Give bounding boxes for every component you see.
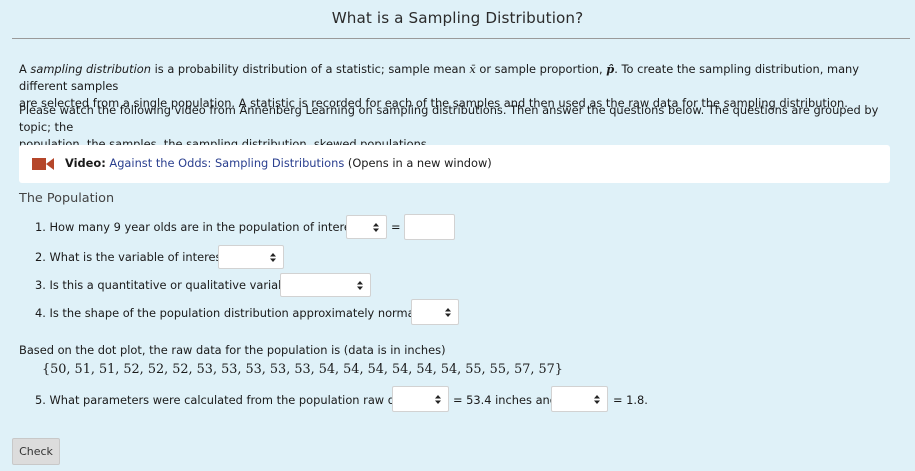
intro-text: is a probability distribution of a stati…	[150, 62, 470, 76]
chevron-updown-icon	[435, 395, 441, 404]
section-heading: The Population	[19, 191, 115, 206]
page-title: What is a Sampling Distribution?	[331, 9, 584, 27]
video-label: Video:	[65, 156, 106, 170]
chevron-updown-icon	[594, 395, 600, 404]
check-button[interactable]: Check	[12, 438, 60, 465]
chevron-updown-icon	[270, 253, 276, 262]
video-line: Video: Against the Odds: Sampling Distri…	[65, 156, 492, 170]
chevron-updown-icon	[373, 223, 379, 232]
question-4-select[interactable]	[411, 299, 459, 325]
dotplot-description: Based on the dot plot, the raw data for …	[19, 343, 446, 357]
question-1-answer-field[interactable]	[404, 214, 455, 240]
parameter-2-value: = 1.8.	[613, 393, 648, 407]
population-dataset: {50, 51, 51, 52, 52, 52, 53, 53, 53, 53,…	[42, 362, 563, 377]
intro-text: Please watch the following video from An…	[19, 103, 879, 134]
video-camera-icon	[32, 158, 54, 170]
parameter-1-select[interactable]	[392, 386, 449, 412]
question-2-select[interactable]	[218, 245, 284, 269]
video-link-note: (Opens in a new window)	[344, 156, 492, 170]
question-2: 2. What is the variable of interest?	[35, 250, 232, 264]
video-link[interactable]: Against the Odds: Sampling Distributions	[109, 156, 344, 170]
question-1-select[interactable]	[346, 215, 387, 239]
chevron-updown-icon	[357, 281, 363, 290]
title-divider	[12, 38, 910, 39]
question-3: 3. Is this a quantitative or qualitative…	[35, 278, 302, 292]
video-panel: Video: Against the Odds: Sampling Distri…	[19, 145, 890, 183]
intro-term: sampling distribution	[30, 62, 151, 76]
question-4: 4. Is the shape of the population distri…	[35, 306, 424, 320]
question-1-equals: =	[391, 220, 401, 234]
question-1: 1. How many 9 year olds are in the popul…	[35, 220, 368, 234]
intro-text: A	[19, 62, 31, 76]
chevron-updown-icon	[445, 308, 451, 317]
parameter-2-select[interactable]	[551, 386, 608, 412]
parameter-1-value: = 53.4 inches and	[453, 393, 558, 407]
question-5: 5. What parameters were calculated from …	[35, 393, 420, 407]
intro-text: or sample proportion,	[475, 62, 607, 76]
question-3-select[interactable]	[280, 273, 371, 297]
